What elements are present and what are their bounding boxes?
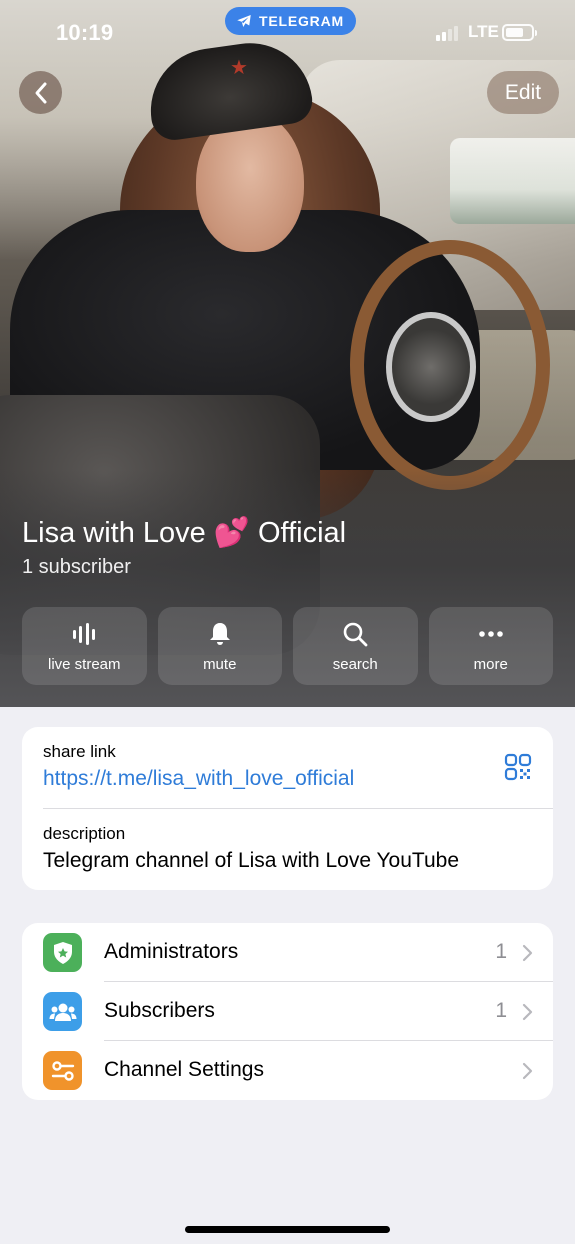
live-stream-button[interactable]: live stream <box>22 607 147 685</box>
share-link-row[interactable]: share link https://t.me/lisa_with_love_o… <box>43 742 533 791</box>
admin-shield-icon <box>43 933 82 972</box>
search-icon <box>343 622 368 646</box>
subscriber-count: 1 subscriber <box>22 556 131 578</box>
status-time: 10:19 <box>56 20 114 45</box>
channel-title: Lisa with Love 💕 Official <box>22 517 347 549</box>
more-icon <box>478 630 503 637</box>
subscribers-icon <box>43 992 82 1031</box>
network-type: LTE <box>468 22 499 41</box>
more-button[interactable]: more <box>428 607 553 685</box>
share-link-label: share link <box>43 742 116 761</box>
home-indicator[interactable] <box>185 1226 390 1233</box>
menu-item-channel-settings[interactable]: Channel Settings <box>22 1041 553 1100</box>
live-stream-label: live stream <box>47 655 121 673</box>
chevron-right-icon <box>522 944 533 962</box>
back-button[interactable] <box>19 71 62 114</box>
channel-management-list: Administrators 1 Subscribers 1 Channel S… <box>22 923 553 1100</box>
share-link[interactable]: https://t.me/lisa_with_love_official <box>43 767 533 791</box>
channel-info-card: share link https://t.me/lisa_with_love_o… <box>22 727 553 890</box>
battery-icon <box>502 24 537 41</box>
qr-code-icon[interactable] <box>504 753 532 781</box>
channel-settings-label: Channel Settings <box>104 1058 264 1081</box>
administrators-count: 1 <box>495 940 507 963</box>
status-bar: 10:19 TELEGRAM LTE <box>0 0 575 64</box>
subscribers-count: 1 <box>495 999 507 1022</box>
search-label: search <box>332 655 378 673</box>
chevron-left-icon <box>35 82 46 103</box>
channel-actions: live stream mute search more <box>22 607 553 685</box>
administrators-label: Administrators <box>104 940 239 963</box>
bell-icon <box>209 622 230 645</box>
telegram-pill-label: TELEGRAM <box>259 13 344 29</box>
more-label: more <box>473 655 508 673</box>
menu-item-administrators[interactable]: Administrators 1 <box>22 923 553 982</box>
description-text: Telegram channel of Lisa with Love YouTu… <box>43 849 460 872</box>
chevron-right-icon <box>522 1003 533 1021</box>
mute-button[interactable]: mute <box>157 607 282 685</box>
search-button[interactable]: search <box>293 607 418 685</box>
signal-icon <box>436 26 458 41</box>
mute-label: mute <box>203 655 237 673</box>
telegram-plane-icon <box>237 15 251 27</box>
settings-sliders-icon <box>43 1051 82 1090</box>
channel-cover-photo: ★ <box>0 0 575 707</box>
menu-item-subscribers[interactable]: Subscribers 1 <box>22 982 553 1041</box>
chevron-right-icon <box>522 1062 533 1080</box>
description-row: description Telegram channel of Lisa wit… <box>43 824 533 873</box>
description-label: description <box>43 824 126 843</box>
telegram-app-pill[interactable]: TELEGRAM <box>225 7 356 35</box>
edit-button[interactable]: Edit <box>487 71 559 114</box>
subscribers-label: Subscribers <box>104 999 215 1022</box>
live-stream-icon <box>73 622 96 645</box>
